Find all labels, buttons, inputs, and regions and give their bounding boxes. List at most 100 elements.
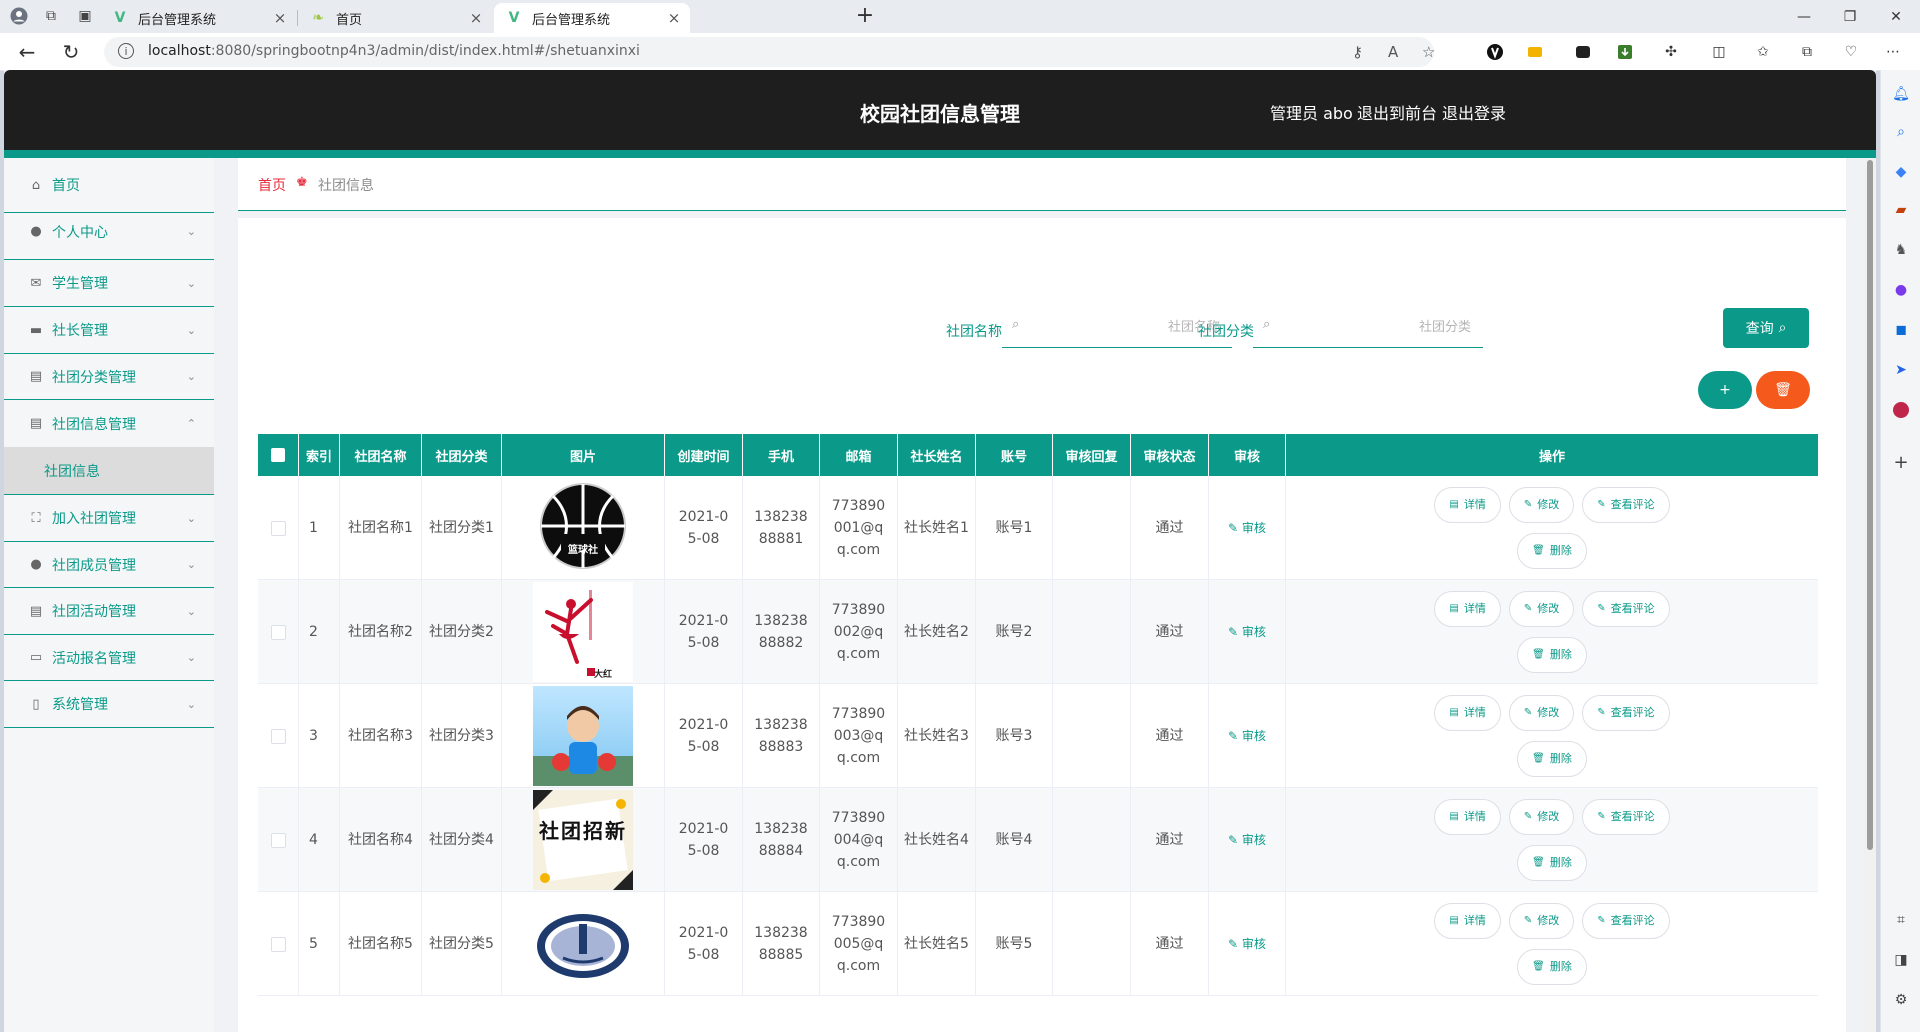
page-scrollbar[interactable] (1864, 158, 1876, 1032)
delete-button[interactable]: 🗑︎ 删除 (1517, 637, 1587, 673)
batch-delete-button[interactable]: 🗑︎ (1756, 371, 1810, 409)
sidebar-item-club-members[interactable]: ● 社团成员管理 ⌄ (4, 542, 214, 588)
detail-button[interactable]: ▤ 详情 (1434, 487, 1501, 523)
copilot-icon[interactable]: ● (1891, 280, 1911, 300)
extensions-puzzle-icon[interactable]: ✣ (1660, 41, 1682, 63)
read-aloud-icon[interactable]: A (1388, 43, 1398, 61)
favorite-star-icon[interactable]: ☆ (1422, 43, 1435, 61)
view-comments-button[interactable]: ✎ 查看评论 (1582, 799, 1670, 835)
key-icon[interactable]: ⚷ (1352, 43, 1363, 61)
site-info-icon[interactable]: i (118, 43, 134, 59)
chess-icon[interactable]: ♞ (1891, 240, 1911, 260)
browser-tab-1[interactable]: V 后台管理系统 × (100, 3, 296, 33)
sidebar-subitem-club-info[interactable]: 社团信息 (4, 447, 214, 495)
profile-icon[interactable] (8, 5, 30, 27)
minimize-button[interactable]: — (1782, 4, 1826, 30)
tab-title: 后台管理系统 (532, 12, 611, 28)
breadcrumb-home-link[interactable]: 首页 (258, 175, 286, 195)
sidebar-item-students[interactable]: ✉ 学生管理 ⌄ (4, 260, 214, 307)
detail-button[interactable]: ▤ 详情 (1434, 695, 1501, 731)
logout-link[interactable]: 退出登录 (1442, 100, 1506, 124)
sidebar-item-system[interactable]: ▯ 系统管理 ⌄ (4, 681, 214, 728)
row-checkbox[interactable] (270, 832, 286, 848)
screenshot-icon[interactable]: ⌗ (1891, 910, 1911, 930)
delete-button[interactable]: 🗑︎ 删除 (1517, 533, 1587, 569)
close-tab-icon[interactable]: × (666, 9, 682, 27)
audit-link[interactable]: ✎ 审核 (1228, 829, 1266, 851)
extension-game-icon[interactable] (1572, 41, 1594, 63)
row-checkbox[interactable] (270, 520, 286, 536)
back-arrow-icon[interactable]: ← (14, 39, 40, 65)
header-select-all[interactable] (258, 434, 299, 476)
notification-bell-icon[interactable]: 🔔︎ (1891, 84, 1911, 104)
restore-button[interactable]: ❐ (1828, 4, 1872, 30)
tools-briefcase-icon[interactable]: ▰ (1891, 200, 1911, 220)
extension-shield-icon[interactable] (1484, 41, 1506, 63)
edit-button[interactable]: ✎ 修改 (1508, 695, 1575, 731)
sidebar-item-leaders[interactable]: ▬ 社长管理 ⌄ (4, 307, 214, 354)
edit-button[interactable]: ✎ 修改 (1508, 903, 1575, 939)
search-icon[interactable]: ⌕ (1891, 122, 1911, 142)
exit-to-front-link[interactable]: 退出到前台 (1357, 100, 1437, 124)
tab-actions-icon[interactable]: ▣ (74, 5, 96, 27)
collections-icon[interactable]: ⧉ (1796, 41, 1818, 63)
settings-gear-icon[interactable]: ⚙ (1891, 990, 1911, 1010)
send-icon[interactable]: ➤ (1891, 360, 1911, 380)
badge-icon[interactable] (1891, 400, 1911, 420)
browser-tab-2[interactable]: ❧ 首页 × (298, 3, 492, 33)
split-screen-icon[interactable]: ◫ (1708, 41, 1730, 63)
sidebar-item-activity-signup[interactable]: ▭ 活动报名管理 ⌄ (4, 635, 214, 681)
shopping-tag-icon[interactable]: ◆ (1891, 162, 1911, 182)
view-comments-button[interactable]: ✎ 查看评论 (1582, 695, 1670, 731)
refresh-icon[interactable]: ↻ (58, 39, 84, 65)
browser-tab-3-active[interactable]: V 后台管理系统 × (494, 3, 690, 33)
view-comments-button[interactable]: ✎ 查看评论 (1582, 487, 1670, 523)
search-category-input[interactable] (1283, 315, 1473, 339)
detail-button[interactable]: ▤ 详情 (1434, 591, 1501, 627)
extension-download-icon[interactable] (1614, 41, 1636, 63)
add-sidebar-icon[interactable]: + (1891, 452, 1911, 473)
audit-link[interactable]: ✎ 审核 (1228, 933, 1266, 955)
view-comments-button[interactable]: ✎ 查看评论 (1582, 591, 1670, 627)
delete-button[interactable]: 🗑︎ 删除 (1517, 741, 1587, 777)
extension-yellow-icon[interactable] (1524, 41, 1546, 63)
view-comments-button[interactable]: ✎ 查看评论 (1582, 903, 1670, 939)
url-text[interactable]: localhost:8080/springbootnp4n3/admin/dis… (148, 43, 640, 59)
edit-button[interactable]: ✎ 修改 (1508, 591, 1575, 627)
delete-button-label: 删除 (1549, 752, 1572, 765)
detail-button[interactable]: ▤ 详情 (1434, 799, 1501, 835)
workspaces-icon[interactable]: ⧉ (40, 5, 62, 27)
outlook-icon[interactable]: ◼ (1891, 320, 1911, 340)
select-all-checkbox[interactable] (271, 448, 285, 462)
close-tab-icon[interactable]: × (272, 9, 288, 27)
audit-link[interactable]: ✎ 审核 (1228, 725, 1266, 747)
row-checkbox[interactable] (270, 728, 286, 744)
close-tab-icon[interactable]: × (468, 9, 484, 27)
sidebar-item-club-activities[interactable]: ▤ 社团活动管理 ⌄ (4, 588, 214, 635)
detail-button[interactable]: ▤ 详情 (1434, 903, 1501, 939)
clipboard-icon: ▤ (29, 416, 43, 431)
close-window-button[interactable]: ✕ (1874, 4, 1918, 30)
sidebar-item-personal-center[interactable]: ● 个人中心 ⌄ (4, 204, 214, 260)
row-checkbox[interactable] (270, 624, 286, 640)
add-button[interactable]: + (1698, 371, 1752, 409)
edit-button[interactable]: ✎ 修改 (1508, 799, 1575, 835)
sidebar-item-club-categories[interactable]: ▤ 社团分类管理 ⌄ (4, 354, 214, 400)
row-checkbox[interactable] (270, 936, 286, 952)
edit-button[interactable]: ✎ 修改 (1508, 487, 1575, 523)
sidebar-layout-icon[interactable]: ◨ (1891, 950, 1911, 970)
favorites-icon[interactable]: ✩ (1752, 41, 1774, 63)
sidebar-item-join-club[interactable]: ⛶ 加入社团管理 ⌄ (4, 495, 214, 542)
delete-button[interactable]: 🗑︎ 删除 (1517, 845, 1587, 881)
more-menu-icon[interactable]: ⋯ (1882, 41, 1904, 63)
search-name-input[interactable] (1032, 315, 1222, 339)
query-button[interactable]: 查询 ⌕ (1723, 308, 1809, 348)
audit-link[interactable]: ✎ 审核 (1228, 517, 1266, 539)
scrollbar-thumb[interactable] (1867, 160, 1873, 850)
sidebar-item-club-info[interactable]: ▤ 社团信息管理 ⌃ (4, 400, 214, 447)
new-tab-button[interactable]: + (852, 4, 878, 30)
browser-essentials-icon[interactable]: ♡ (1840, 41, 1862, 63)
address-bar[interactable]: i localhost:8080/springbootnp4n3/admin/d… (104, 37, 1435, 67)
delete-button[interactable]: 🗑︎ 删除 (1517, 949, 1587, 985)
audit-link[interactable]: ✎ 审核 (1228, 621, 1266, 643)
